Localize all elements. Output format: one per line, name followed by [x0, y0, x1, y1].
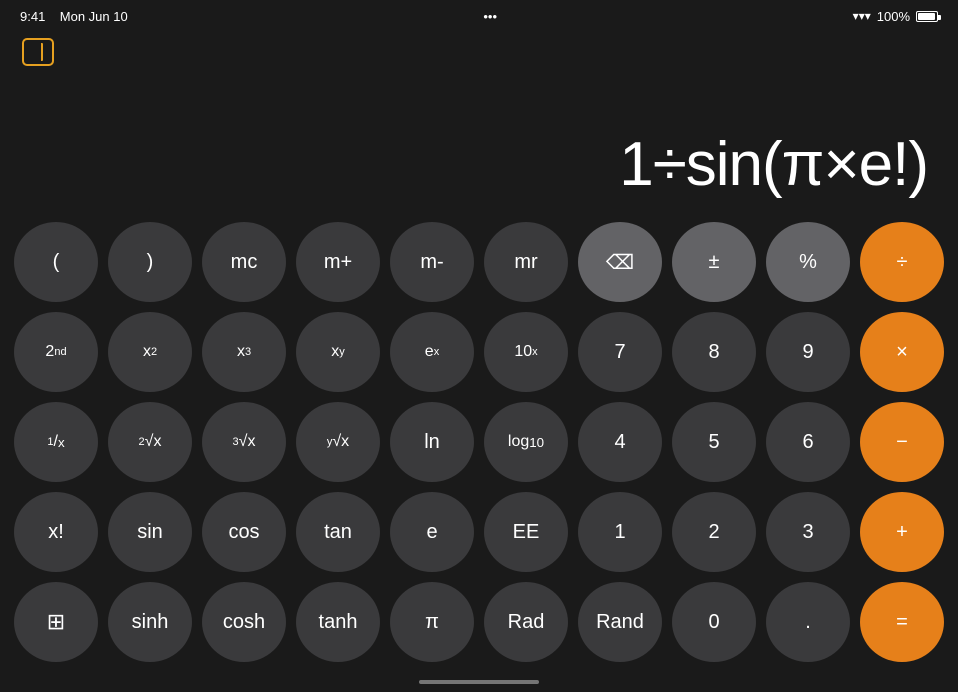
decimal-button[interactable]: . — [766, 582, 850, 662]
cube-root-button[interactable]: 3√x — [202, 402, 286, 482]
reciprocal-button[interactable]: 1/x — [14, 402, 98, 482]
m-minus-button[interactable]: m- — [390, 222, 474, 302]
calculator-display: 1÷sin(π×e!) — [30, 70, 928, 200]
equals-button[interactable]: = — [860, 582, 944, 662]
zero-button[interactable]: 0 — [672, 582, 756, 662]
rand-button[interactable]: Rand — [578, 582, 662, 662]
divide-button[interactable]: ÷ — [860, 222, 944, 302]
four-button[interactable]: 4 — [578, 402, 662, 482]
e-button[interactable]: e — [390, 492, 474, 572]
backspace-button[interactable]: ⌫ — [578, 222, 662, 302]
five-button[interactable]: 5 — [672, 402, 756, 482]
status-time-date: 9:41 Mon Jun 10 — [20, 9, 128, 24]
close-paren-button[interactable]: ) — [108, 222, 192, 302]
status-dots: ••• — [483, 9, 497, 24]
calculator-grid: ()mcm+m-mr⌫±%÷ 2ndx2x3xyex10x789× 1/x2√x3√… — [14, 222, 944, 662]
x-to-y-button[interactable]: xy — [296, 312, 380, 392]
nine-button[interactable]: 9 — [766, 312, 850, 392]
seven-button[interactable]: 7 — [578, 312, 662, 392]
rad-button[interactable]: Rad — [484, 582, 568, 662]
mr-button[interactable]: mr — [484, 222, 568, 302]
log10-button[interactable]: log10 — [484, 402, 568, 482]
eight-button[interactable]: 8 — [672, 312, 756, 392]
multiply-button[interactable]: × — [860, 312, 944, 392]
sinh-button[interactable]: sinh — [108, 582, 192, 662]
one-button[interactable]: 1 — [578, 492, 662, 572]
ln-button[interactable]: ln — [390, 402, 474, 482]
y-root-button[interactable]: y√x — [296, 402, 380, 482]
display-expression: 1÷sin(π×e!) — [619, 129, 928, 200]
second-button[interactable]: 2nd — [14, 312, 98, 392]
home-indicator — [419, 680, 539, 684]
percent-button[interactable]: % — [766, 222, 850, 302]
status-right: ▾▾▾ 100% — [853, 9, 938, 24]
ee-button[interactable]: EE — [484, 492, 568, 572]
square-root-button[interactable]: 2√x — [108, 402, 192, 482]
three-button[interactable]: 3 — [766, 492, 850, 572]
status-bar: 9:41 Mon Jun 10 ••• ▾▾▾ 100% — [0, 0, 958, 32]
two-button[interactable]: 2 — [672, 492, 756, 572]
sidebar-toggle-icon — [33, 43, 43, 61]
open-paren-button[interactable]: ( — [14, 222, 98, 302]
mc-button[interactable]: mc — [202, 222, 286, 302]
cosh-button[interactable]: cosh — [202, 582, 286, 662]
minus-button[interactable]: − — [860, 402, 944, 482]
sidebar-toggle-button[interactable] — [22, 38, 54, 66]
plus-minus-button[interactable]: ± — [672, 222, 756, 302]
m-plus-button[interactable]: m+ — [296, 222, 380, 302]
ten-to-x-button[interactable]: 10x — [484, 312, 568, 392]
six-button[interactable]: 6 — [766, 402, 850, 482]
sin-button[interactable]: sin — [108, 492, 192, 572]
x-cubed-button[interactable]: x3 — [202, 312, 286, 392]
calculator-button[interactable]: ⊞ — [14, 582, 98, 662]
battery-icon — [916, 11, 938, 22]
time: 9:41 — [20, 9, 45, 24]
plus-button[interactable]: + — [860, 492, 944, 572]
pi-button[interactable]: π — [390, 582, 474, 662]
tanh-button[interactable]: tanh — [296, 582, 380, 662]
tan-button[interactable]: tan — [296, 492, 380, 572]
e-to-x-button[interactable]: ex — [390, 312, 474, 392]
date: Mon Jun 10 — [60, 9, 128, 24]
factorial-button[interactable]: x! — [14, 492, 98, 572]
battery-percent: 100% — [877, 9, 910, 24]
wifi-icon: ▾▾▾ — [853, 9, 871, 23]
x-squared-button[interactable]: x2 — [108, 312, 192, 392]
cos-button[interactable]: cos — [202, 492, 286, 572]
